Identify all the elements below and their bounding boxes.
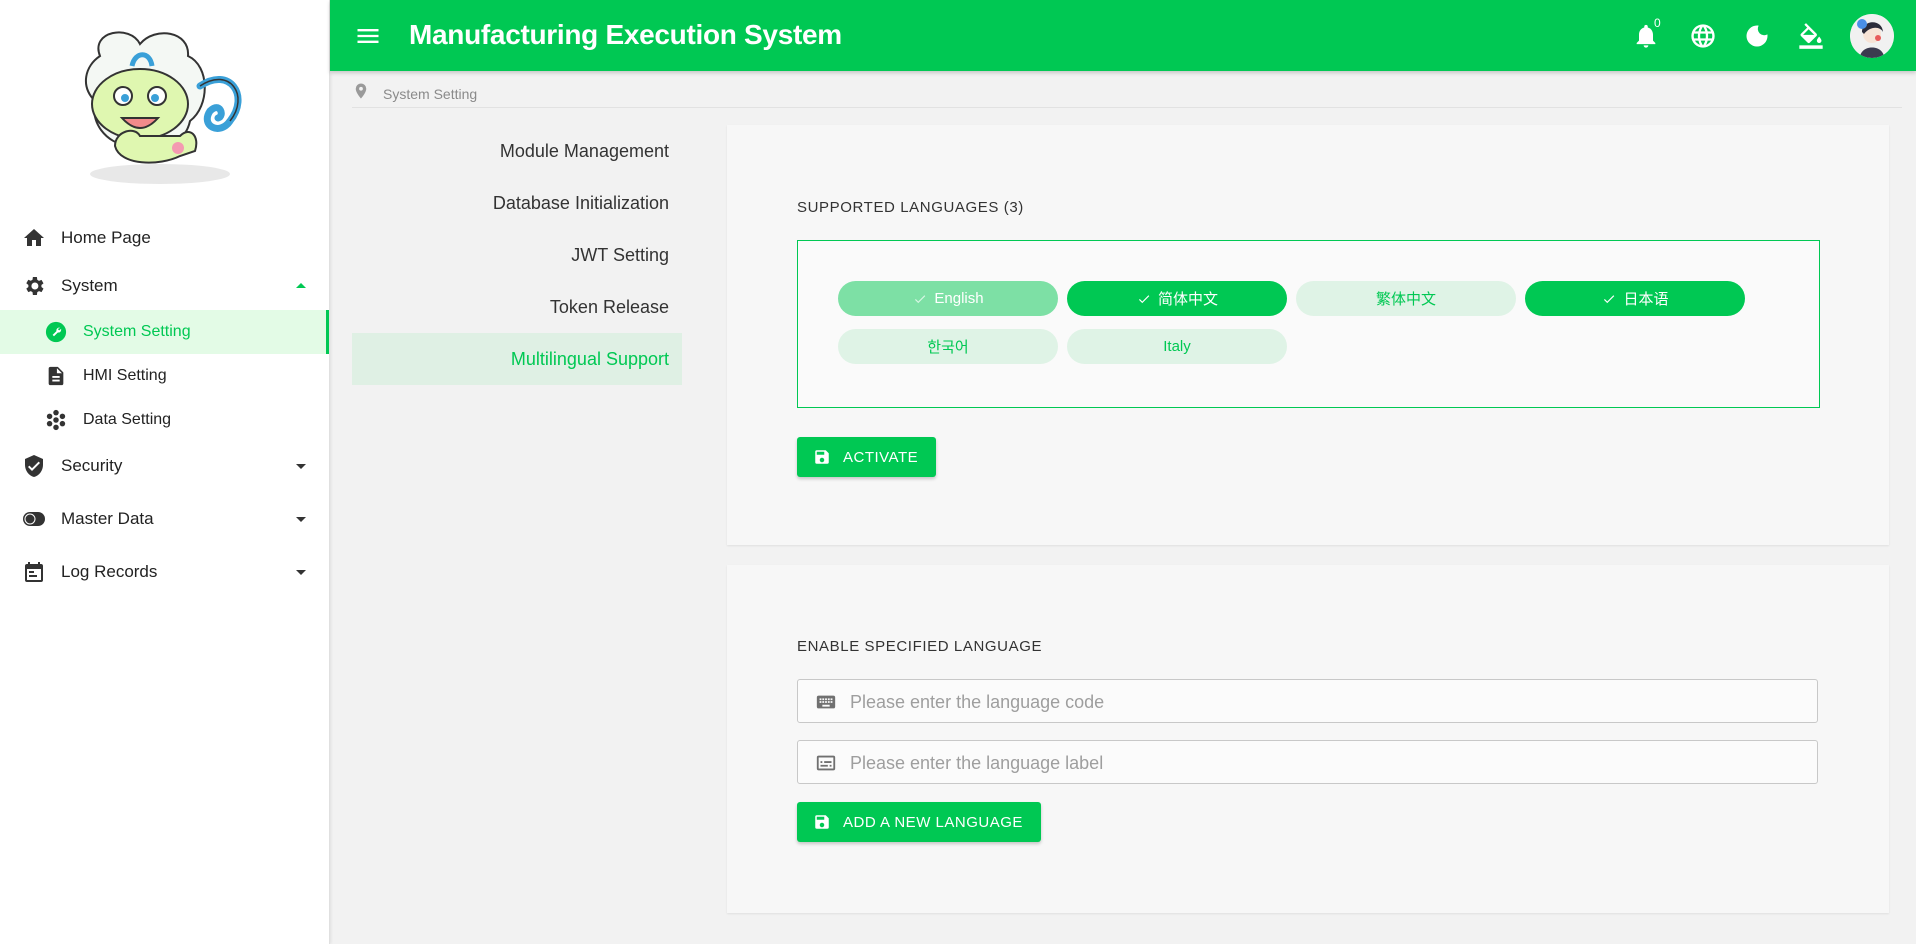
check-icon xyxy=(1604,294,1615,303)
tab-database-initialization[interactable]: Database Initialization xyxy=(352,177,682,229)
gear-icon xyxy=(26,277,44,295)
save-icon xyxy=(815,815,829,829)
app-header: Manufacturing Execution System 0 xyxy=(330,0,1916,71)
activate-button[interactable]: ACTIVATE xyxy=(797,437,937,477)
sidebar-item-label: System xyxy=(61,276,118,295)
language-label-field xyxy=(797,740,1818,785)
language-chip-label: Italy xyxy=(1163,338,1191,355)
tab-module-management[interactable]: Module Management xyxy=(352,125,682,177)
language-chip-zh-hans[interactable]: 简体中文 xyxy=(1067,281,1287,316)
sidebar-item-home[interactable]: Home Page xyxy=(0,214,329,262)
language-chip-zh-hant[interactable]: 繁体中文 xyxy=(1296,281,1516,316)
app-title: Manufacturing Execution System xyxy=(409,19,842,50)
sidebar-item-security[interactable]: Security xyxy=(0,442,329,490)
sidebar-item-label: Master Data xyxy=(61,509,154,528)
shield-icon xyxy=(25,455,43,477)
wrench-icon xyxy=(45,321,67,343)
hexagons-icon xyxy=(46,409,66,431)
enable-language-card: ENABLE SPECIFIED LANGUAGE ADD A NEW LANG… xyxy=(727,565,1889,913)
language-chip-ko[interactable]: 한국어 xyxy=(838,329,1058,364)
sidebar-item-label: Data Setting xyxy=(83,411,172,428)
language-chip-label: 日本语 xyxy=(1623,291,1669,308)
avatar-image xyxy=(1850,14,1894,58)
save-icon xyxy=(815,450,829,464)
language-chip-english[interactable]: English xyxy=(838,281,1058,316)
language-code-field xyxy=(797,679,1818,724)
location-pin-icon xyxy=(355,83,367,99)
breadcrumb: System Setting xyxy=(352,81,1902,108)
add-new-language-button[interactable]: ADD A NEW LANGUAGE xyxy=(797,802,1041,842)
sidebar-item-master-data[interactable]: Master Data xyxy=(0,495,329,543)
toggle-icon xyxy=(23,512,45,526)
sidebar-item-label: Security xyxy=(61,456,123,475)
add-new-language-label: ADD A NEW LANGUAGE xyxy=(843,813,1023,831)
menu-icon[interactable] xyxy=(354,22,382,50)
moon-icon[interactable] xyxy=(1743,22,1771,50)
sidebar-nav: Home Page System System Setting HMI Sett… xyxy=(0,214,329,596)
navigation-drawer: Home Page System System Setting HMI Sett… xyxy=(0,0,330,944)
keyboard-icon xyxy=(816,695,836,709)
sidebar-item-system[interactable]: System xyxy=(0,262,329,310)
caret-up-icon xyxy=(296,283,306,288)
language-chip-label: 한국어 xyxy=(927,339,969,356)
sidebar-item-label: System Setting xyxy=(83,323,191,340)
home-icon xyxy=(24,229,44,246)
sidebar-item-label: Home Page xyxy=(61,228,151,247)
sidebar-item-data-setting[interactable]: Data Setting xyxy=(0,398,329,442)
language-chip-label: English xyxy=(934,290,984,307)
language-chip-group: English 简体中文 繁体中文 日本语 한국어 Italy xyxy=(797,240,1820,408)
user-avatar[interactable] xyxy=(1850,14,1894,58)
paint-bucket-icon[interactable] xyxy=(1797,22,1825,50)
sidebar-item-log-records[interactable]: Log Records xyxy=(0,548,329,596)
language-chip-ja[interactable]: 日本语 xyxy=(1525,281,1745,316)
activate-button-label: ACTIVATE xyxy=(843,448,919,466)
sidebar-item-system-setting[interactable]: System Setting xyxy=(0,310,329,354)
sidebar-item-label: HMI Setting xyxy=(83,367,167,384)
subtitles-icon xyxy=(816,755,836,771)
caret-down-icon xyxy=(296,464,306,469)
settings-tabs: Module Management Database Initializatio… xyxy=(352,125,682,385)
supported-languages-title: SUPPORTED LANGUAGES (3) xyxy=(797,199,1024,216)
breadcrumb-current: System Setting xyxy=(383,86,478,102)
language-chip-label: 繁体中文 xyxy=(1375,291,1436,308)
caret-down-icon xyxy=(296,517,306,522)
supported-languages-card: SUPPORTED LANGUAGES (3) English 简体中文 繁体中… xyxy=(727,125,1889,545)
sidebar-item-hmi-setting[interactable]: HMI Setting xyxy=(0,354,329,398)
sidebar-item-label: Log Records xyxy=(61,562,158,581)
enable-language-title: ENABLE SPECIFIED LANGUAGE xyxy=(797,638,1043,655)
tab-token-release[interactable]: Token Release xyxy=(352,281,682,333)
document-icon xyxy=(48,366,64,386)
globe-icon[interactable] xyxy=(1689,22,1717,50)
tab-multilingual-support[interactable]: Multilingual Support xyxy=(352,333,682,385)
check-icon xyxy=(915,294,926,303)
check-icon xyxy=(1138,294,1150,303)
tab-jwt-setting[interactable]: JWT Setting xyxy=(352,229,682,281)
calendar-icon xyxy=(25,562,43,582)
language-chip-italy[interactable]: Italy xyxy=(1067,329,1287,364)
language-label-input[interactable] xyxy=(848,741,1802,785)
mascot-logo xyxy=(85,31,242,184)
caret-down-icon xyxy=(296,570,306,575)
language-chip-label: 简体中文 xyxy=(1157,291,1218,308)
notification-count: 0 xyxy=(1654,16,1661,30)
language-code-input[interactable] xyxy=(848,680,1802,724)
